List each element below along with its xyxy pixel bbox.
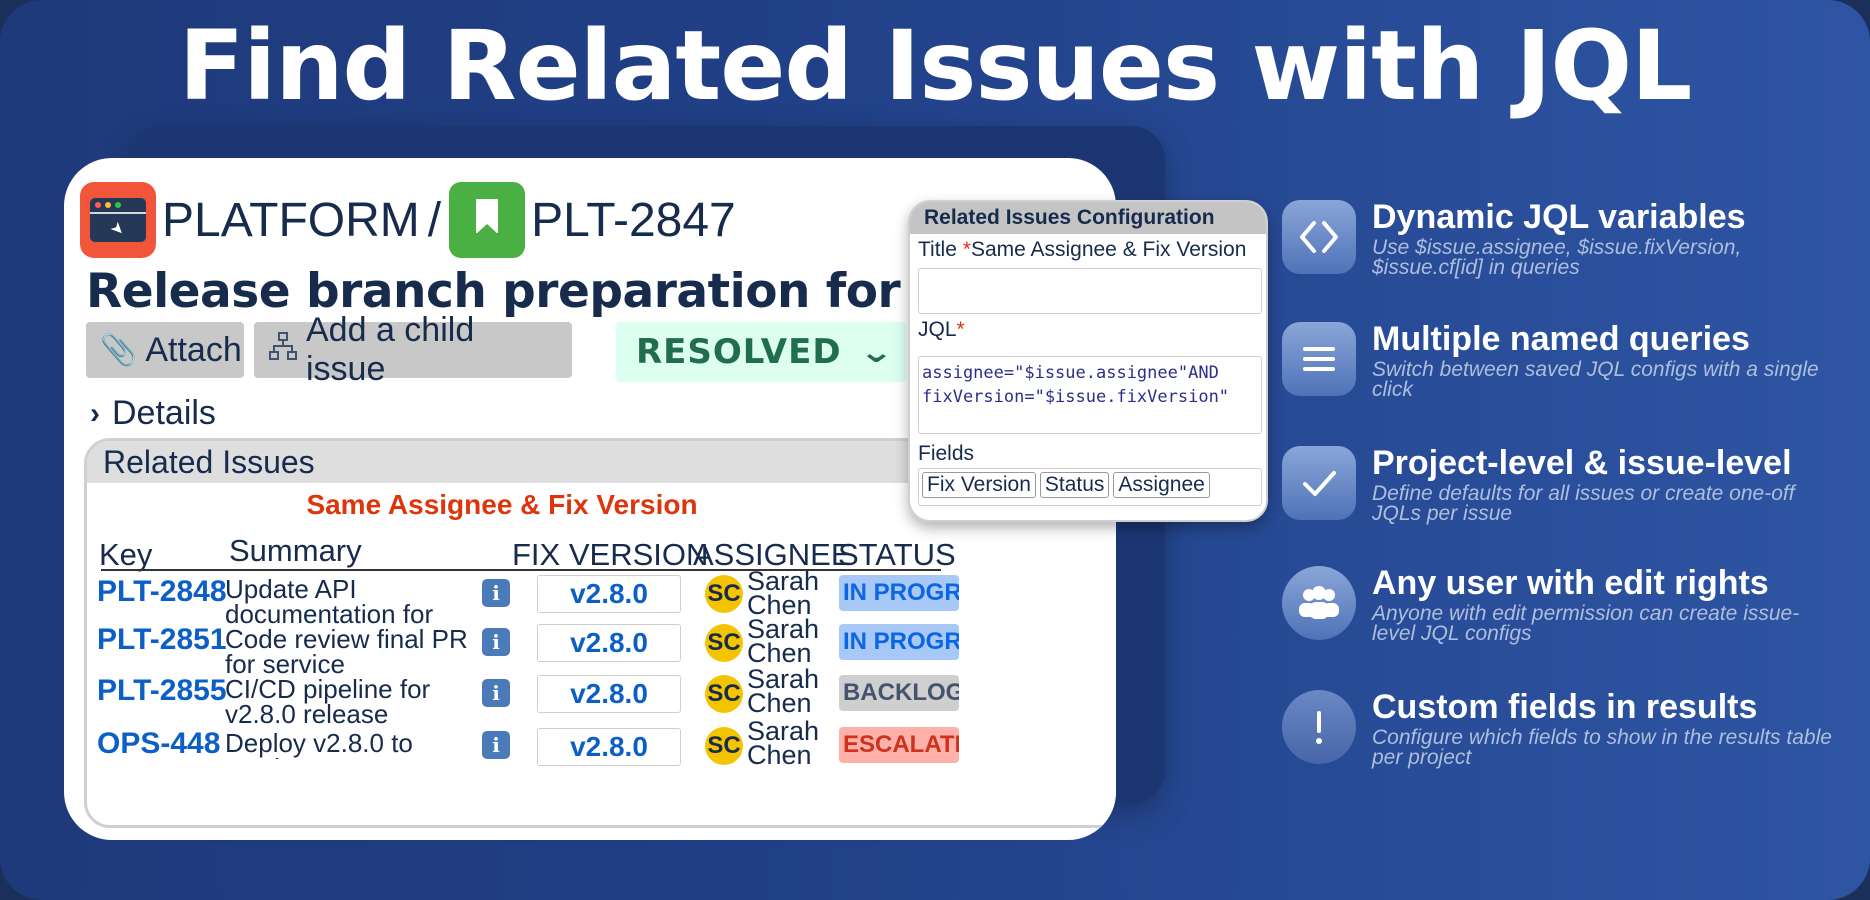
row-key-link[interactable]: PLT-2855: [97, 674, 227, 708]
breadcrumb: ➤ PLATFORM / PLT-2847: [80, 182, 736, 258]
story-icon: [449, 182, 526, 258]
project-icon[interactable]: ➤: [80, 182, 156, 258]
avatar: SC: [705, 624, 743, 662]
fields-label: Fields: [918, 442, 975, 465]
row-summary: Deploy v2.8.0 to staging: [225, 731, 413, 759]
feature-description: Anyone with edit permission can create i…: [1372, 602, 1800, 645]
add-child-issue-button[interactable]: Add a child issue: [254, 311, 572, 388]
users-icon: [1282, 566, 1356, 640]
field-chip[interactable]: Assignee: [1113, 472, 1210, 498]
title-field-label: Title *Same Assignee & Fix Version: [918, 238, 1247, 261]
row-key-link[interactable]: OPS-448: [97, 727, 220, 761]
field-chip[interactable]: Fix Version: [922, 472, 1036, 498]
checkmark-icon: [1282, 446, 1356, 520]
fix-version-tag: v2.8.0: [537, 575, 681, 613]
status-badge: BACKLOG: [839, 675, 959, 711]
feature-title: Project-level & issue-level: [1372, 444, 1792, 482]
fields-select[interactable]: Fix Version Status Assignee: [918, 468, 1262, 506]
breadcrumb-issue-key[interactable]: PLT-2847: [531, 193, 736, 248]
row-key-link[interactable]: PLT-2851: [97, 623, 227, 657]
fix-version-tag: v2.8.0: [537, 675, 681, 713]
breadcrumb-separator: /: [427, 193, 442, 247]
chevron-right-icon: ›: [90, 396, 100, 430]
config-heading: Related Issues Configuration: [910, 202, 1266, 234]
headline: Find Related Issues with JQL: [178, 10, 1693, 122]
paperclip-icon: 📎: [100, 333, 138, 367]
status-badge: IN PROGRESS: [839, 575, 959, 611]
assignee-name: Sarah Chen: [747, 716, 820, 770]
feature-description: Define defaults for all issues or create…: [1372, 482, 1795, 525]
status-label: RESOLVED: [636, 332, 842, 372]
title-input[interactable]: [918, 268, 1262, 314]
row-summary: CI/CD pipeline for v2.8.0 release candid…: [225, 677, 431, 729]
assignee-name: Sarah Chen: [747, 614, 820, 668]
feature-description: Configure which fields to show in the re…: [1372, 726, 1832, 769]
field-chip[interactable]: Status: [1039, 472, 1110, 498]
avatar: SC: [705, 727, 743, 765]
hierarchy-icon: [268, 331, 298, 369]
status-dropdown[interactable]: RESOLVED ⌄: [616, 322, 906, 382]
feature-description: Use $issue.assignee, $issue.fixVersion, …: [1372, 236, 1742, 279]
exclamation-icon: [1282, 690, 1356, 764]
chevron-down-icon: ⌄: [858, 334, 895, 370]
row-summary: Update API documentation for v2.8: [225, 577, 434, 629]
row-key-link[interactable]: PLT-2848: [97, 575, 227, 609]
query-name[interactable]: Same Assignee & Fix Version: [87, 489, 917, 521]
jql-line: assignee="$issue.assignee"AND: [922, 363, 1219, 383]
info-icon[interactable]: i: [482, 731, 510, 759]
status-badge: IN PROGRESS: [839, 624, 959, 660]
column-header-summary[interactable]: Summary: [229, 533, 362, 569]
feature-title: Any user with edit rights: [1372, 564, 1769, 602]
jql-field-label: JQL*: [918, 318, 965, 341]
jql-line: fixVersion="$issue.fixVersion": [922, 387, 1230, 407]
breadcrumb-project[interactable]: PLATFORM: [162, 193, 420, 248]
info-icon[interactable]: i: [482, 679, 510, 707]
avatar: SC: [705, 575, 743, 613]
promo-banner: Find Related Issues with JQL ➤ PLATFORM …: [0, 0, 1870, 900]
feature-title: Custom fields in results: [1372, 688, 1758, 726]
column-header-status[interactable]: STATUS: [838, 537, 956, 573]
avatar: SC: [705, 675, 743, 713]
add-child-issue-label: Add a child issue: [306, 311, 475, 388]
info-icon[interactable]: i: [482, 579, 510, 607]
row-summary: Code review final PR for service: [225, 627, 468, 679]
code-brackets-icon: [1282, 200, 1356, 274]
feature-title: Dynamic JQL variables: [1372, 198, 1746, 236]
attach-label: Attach: [145, 330, 242, 369]
assignee-name: Sarah Chen: [747, 664, 820, 718]
fix-version-tag: v2.8.0: [537, 624, 681, 662]
column-header-fix-version[interactable]: FIX VERSION: [512, 537, 708, 573]
feature-title: Multiple named queries: [1372, 320, 1750, 358]
info-icon[interactable]: i: [482, 628, 510, 656]
fix-version-tag: v2.8.0: [537, 728, 681, 766]
feature-description: Switch between saved JQL configs with a …: [1372, 358, 1819, 401]
column-header-key[interactable]: Key: [99, 537, 152, 573]
status-badge: ESCALATED: [839, 727, 959, 763]
assignee-name: Sarah Chen: [747, 566, 820, 620]
details-label: Details: [112, 394, 216, 432]
related-issues-config-dialog: Related Issues Configuration Title *Same…: [908, 200, 1268, 522]
list-icon: [1282, 322, 1356, 396]
details-toggle[interactable]: › Details: [90, 394, 216, 433]
jql-textarea[interactable]: assignee="$issue.assignee"AND fixVersion…: [918, 356, 1262, 434]
attach-button[interactable]: 📎 Attach: [86, 322, 244, 378]
